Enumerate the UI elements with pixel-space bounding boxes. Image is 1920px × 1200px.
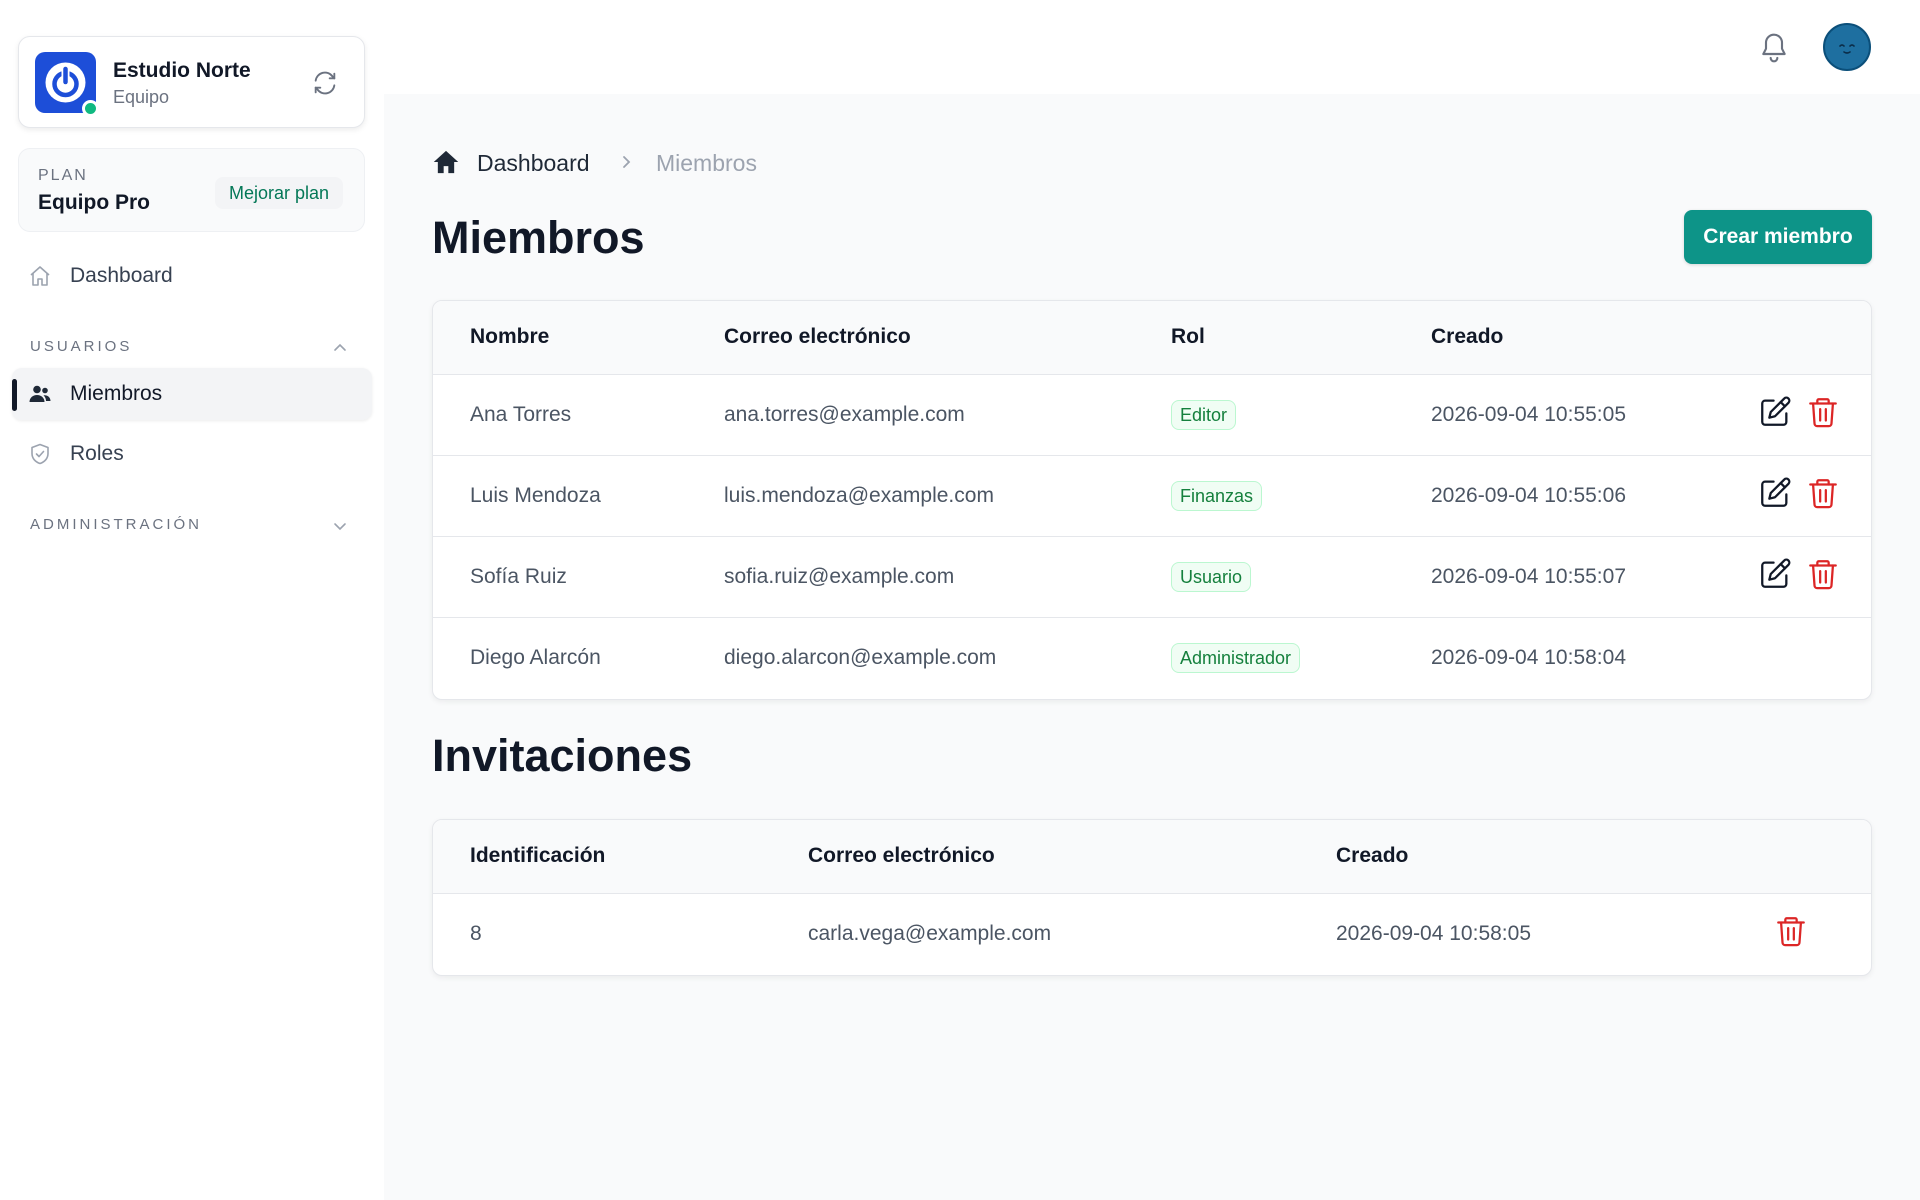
team-subtitle: Equipo [113,87,170,107]
create-member-button[interactable]: Crear miembro [1684,210,1872,264]
invitations-title: Invitaciones [432,730,693,781]
active-indicator [12,379,17,411]
role-badge: Finanzas [1171,481,1263,511]
member-name: Luis Mendoza [470,484,601,507]
member-created: 2026-09-04 10:55:06 [1431,484,1626,507]
edit-icon[interactable] [1758,395,1792,429]
sidebar-item-members[interactable]: Miembros [12,368,372,420]
invitation-id: 8 [470,922,482,945]
member-created: 2026-09-04 10:58:04 [1431,646,1626,669]
members-table: Nombre Correo electrónico Rol Creado Ana… [432,300,1872,700]
chevron-down-icon [334,523,346,531]
section-label: ADMINISTRACIÓN [30,516,203,533]
table-row: Diego Alarcón diego.alarcon@example.com Ad… [433,618,1871,699]
section-label: USUARIOS [30,338,133,355]
member-name: Ana Torres [470,403,572,426]
member-email: diego.alarcon@example.com [724,646,997,669]
member-created: 2026-09-04 10:55:07 [1431,565,1626,588]
role-badge: Administrador [1171,643,1301,673]
bell-icon[interactable] [1758,30,1790,66]
users-icon [29,385,51,402]
switch-icon[interactable] [311,69,339,97]
shield-icon [31,443,49,465]
column-header-name: Nombre [470,325,550,348]
column-header-role: Rol [1171,325,1205,348]
top-bar [384,0,1920,94]
member-email: luis.mendoza@example.com [724,484,994,507]
column-header-created: Creado [1336,844,1409,867]
table-row: Luis Mendoza luis.mendoza@example.com Fina… [433,456,1871,537]
plan-name: Equipo Pro [38,191,150,214]
upgrade-plan-button[interactable]: Mejorar plan [215,177,344,209]
edit-icon[interactable] [1758,557,1792,591]
breadcrumb-dashboard-link[interactable]: Dashboard [477,150,590,177]
section-toggle-administracion[interactable]: ADMINISTRACIÓN [30,514,358,538]
sidebar-item-dashboard[interactable]: Dashboard [12,250,372,302]
avatar-face-icon [1839,44,1855,54]
table-body: Ana Torres ana.torres@example.com Editor 20… [433,375,1871,699]
table-row: Sofía Ruiz sofia.ruiz@example.com Usuario 2… [433,537,1871,618]
home-icon[interactable] [432,148,460,176]
role-badge: Usuario [1171,562,1252,592]
breadcrumb-current: Miembros [656,150,757,176]
column-header-email: Correo electrónico [724,325,911,348]
column-header-email: Correo electrónico [808,844,995,867]
member-email: ana.torres@example.com [724,403,965,426]
column-header-id: Identificación [470,844,606,867]
page-title: Miembros [432,212,645,263]
plan-label: PLAN [38,167,88,184]
sidebar-item-label: Miembros [70,382,163,405]
invitations-table: Identificación Correo electrónico Creado… [432,819,1872,976]
sidebar-item-roles[interactable]: Roles [12,428,372,480]
member-created: 2026-09-04 10:55:05 [1431,403,1626,426]
plan-card: PLAN Equipo Pro Mejorar plan [18,148,365,232]
member-name: Diego Alarcón [470,646,601,669]
edit-icon[interactable] [1758,476,1792,510]
team-switcher[interactable]: Estudio Norte Equipo [18,36,365,128]
member-email: sofia.ruiz@example.com [724,565,955,588]
invitation-created: 2026-09-04 10:58:05 [1336,922,1531,945]
table-row: 8 carla.vega@example.com 2026-09-04 10:58:… [433,894,1871,975]
column-header-created: Creado [1431,325,1504,348]
trash-icon[interactable] [1806,395,1840,429]
chevron-right-icon [623,156,631,168]
home-icon [30,266,50,286]
role-badge: Editor [1171,400,1237,430]
chevron-up-icon [334,343,346,351]
table-body: 8 carla.vega@example.com 2026-09-04 10:58:… [433,894,1871,975]
team-name: Estudio Norte [113,59,251,82]
table-header: Identificación Correo electrónico Creado [433,820,1871,894]
table-row: Ana Torres ana.torres@example.com Editor 20… [433,375,1871,456]
trash-icon[interactable] [1806,476,1840,510]
sidebar: Estudio Norte Equipo PLAN Equipo Pro Mej… [0,0,384,1200]
sidebar-item-label: Roles [70,442,124,465]
member-name: Sofía Ruiz [470,565,567,588]
section-toggle-usuarios[interactable]: USUARIOS [30,336,358,360]
invitation-email: carla.vega@example.com [808,922,1052,945]
trash-icon[interactable] [1774,914,1808,948]
table-header: Nombre Correo electrónico Rol Creado [433,301,1871,375]
online-status-dot [82,100,99,117]
user-avatar[interactable] [1823,23,1871,71]
trash-icon[interactable] [1806,557,1840,591]
sidebar-item-label: Dashboard [70,264,173,287]
